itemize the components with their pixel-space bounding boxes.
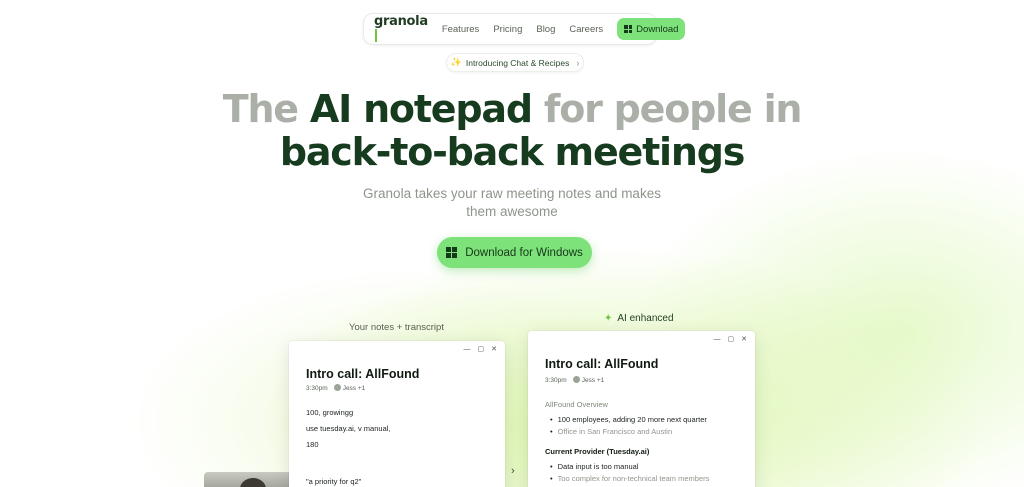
nav-download-button[interactable]: Download — [617, 18, 686, 40]
hero-headline: The AI notepad for people in back-to-bac… — [0, 88, 1024, 174]
headline-part2: AI notepad — [309, 87, 533, 131]
nav-link-pricing[interactable]: Pricing — [493, 24, 522, 35]
section-title: AllFound Overview — [545, 400, 608, 409]
minimize-icon[interactable]: — — [464, 346, 471, 353]
list-item: Too complex for non-technical team membe… — [550, 474, 710, 483]
minimize-icon[interactable]: — — [714, 336, 721, 343]
windows-icon — [624, 25, 633, 33]
window-controls: — ▢ ✕ — [714, 336, 748, 343]
maximize-icon[interactable]: ▢ — [728, 336, 735, 343]
nav-link-careers[interactable]: Careers — [569, 24, 603, 35]
sparkle-icon: ✦ — [604, 313, 613, 324]
ai-enhanced-card: — ▢ ✕ Intro call: AllFound 3:30pm Jess +… — [528, 331, 755, 487]
card-meta: 3:30pm Jess +1 — [545, 376, 604, 384]
meeting-time: 3:30pm — [545, 376, 567, 384]
chevron-right-icon: › — [576, 57, 580, 68]
list-item: 100 employees, adding 20 more next quart… — [550, 415, 707, 424]
announcement-label: Introducing Chat & Recipes — [465, 57, 570, 68]
top-nav: granola Features Pricing Blog Careers Do… — [363, 13, 686, 45]
close-icon[interactable]: ✕ — [491, 346, 497, 353]
avatar-icon — [572, 376, 580, 383]
announcement-pill[interactable]: ✨ Introducing Chat & Recipes › — [446, 53, 584, 72]
nav-download-label: Download — [636, 23, 679, 35]
note-line: 100, growingg — [306, 408, 354, 417]
attendees: Jess +1 — [572, 376, 604, 384]
section-title: Current Provider (Tuesday.ai) — [545, 447, 650, 456]
sparkle-icon: ✨ — [450, 57, 462, 67]
ai-enhanced-label: AI enhanced — [617, 313, 674, 324]
download-windows-button[interactable]: Download for Windows — [437, 237, 592, 268]
hero-subheadline: Granola takes your raw meeting notes and… — [363, 186, 661, 219]
raw-notes-card: — ▢ ✕ Intro call: AllFound 3:30pm Jess +… — [289, 341, 505, 487]
headline-part1: The — [222, 87, 310, 131]
card-title: Intro call: AllFound — [306, 367, 420, 381]
headline-line2: back-to-back meetings — [279, 130, 746, 174]
nav-link-features[interactable]: Features — [442, 24, 480, 35]
nav-link-blog[interactable]: Blog — [536, 24, 555, 35]
cta-label: Download for Windows — [465, 246, 583, 259]
maximize-icon[interactable]: ▢ — [478, 346, 485, 353]
note-line: "a priority for q2" — [306, 477, 362, 486]
avatar-icon — [333, 384, 341, 391]
close-icon[interactable]: ✕ — [741, 336, 747, 343]
card-title: Intro call: AllFound — [545, 357, 659, 371]
chevron-right-icon: › — [511, 465, 515, 477]
windows-icon — [446, 247, 458, 258]
headline-part3: for people in — [531, 87, 803, 131]
notes-transcript-caption: Your notes + transcript — [349, 322, 444, 333]
list-item: Data input is too manual — [550, 462, 639, 471]
note-line: 180 — [306, 440, 319, 449]
granola-logo[interactable]: granola — [374, 14, 428, 44]
meeting-time: 3:30pm — [306, 384, 328, 392]
video-thumbnail — [204, 472, 290, 487]
card-meta: 3:30pm Jess +1 — [306, 384, 365, 392]
window-controls: — ▢ ✕ — [464, 346, 498, 353]
note-line: use tuesday.ai, v manual, — [306, 424, 391, 433]
attendees: Jess +1 — [333, 384, 365, 392]
ai-enhanced-caption: ✦ AI enhanced — [604, 313, 674, 324]
list-item: Office in San Francisco and Austin — [550, 427, 673, 436]
